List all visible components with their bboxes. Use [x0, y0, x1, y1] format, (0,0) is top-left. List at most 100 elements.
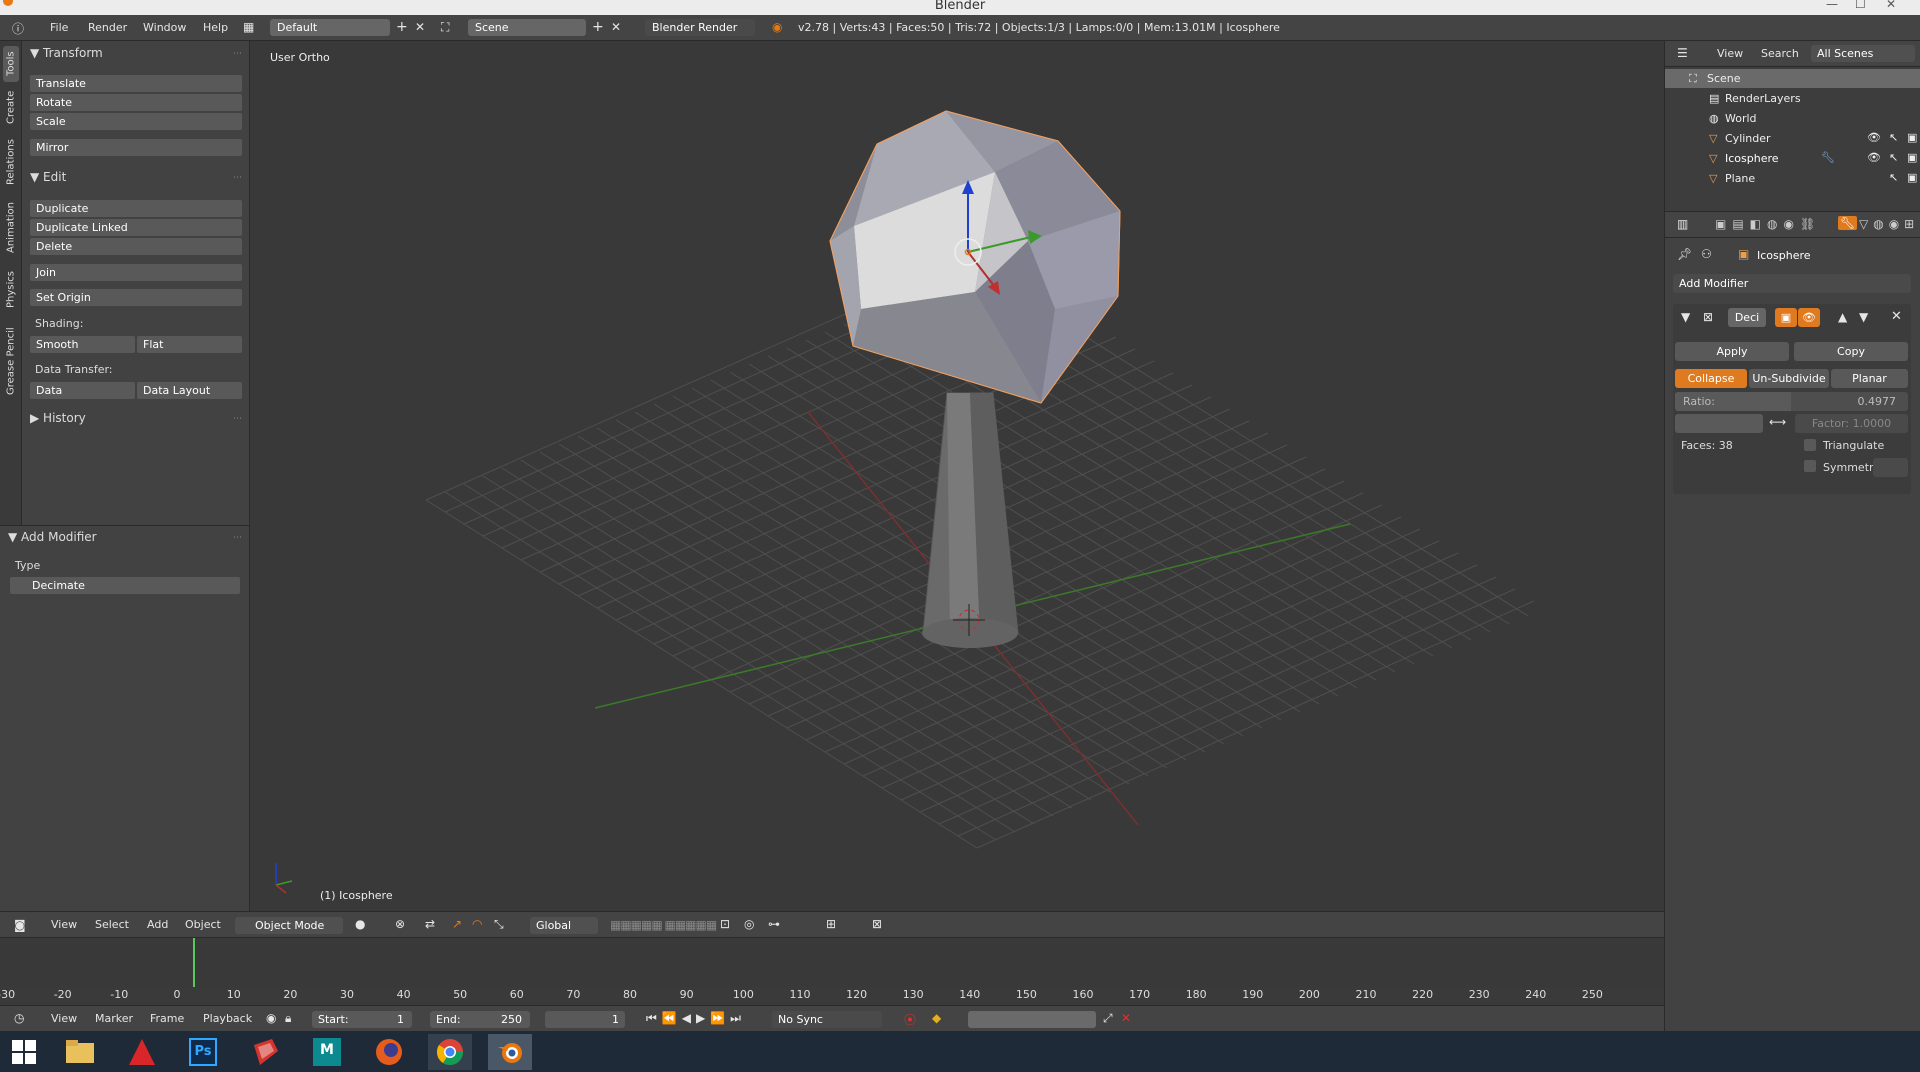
translate-button[interactable]: Translate	[30, 75, 242, 92]
scale-button[interactable]: Scale	[30, 113, 242, 130]
delete-screen-icon[interactable]: ✕	[415, 20, 425, 34]
file-explorer-icon[interactable]	[58, 1034, 102, 1070]
menu-file[interactable]: File	[50, 21, 68, 34]
scene-field[interactable]: Scene	[468, 19, 586, 36]
outliner-row-icosphere[interactable]: ▽ Icosphere 🔧︎ 👁︎ ↖ ▣	[1665, 149, 1920, 168]
tab-tools[interactable]: Tools	[3, 46, 19, 82]
tab-relations[interactable]: Relations	[3, 135, 19, 189]
menu-view[interactable]: View	[51, 1012, 77, 1025]
orientation-select[interactable]: Global	[530, 917, 598, 934]
menu-frame[interactable]: Frame	[150, 1012, 184, 1025]
translate-manipulator-icon[interactable]: ↗	[452, 917, 462, 931]
add-scene-icon[interactable]: +	[592, 19, 604, 35]
menu-help[interactable]: Help	[203, 21, 228, 34]
keyframe-icon[interactable]: ◆	[932, 1011, 941, 1025]
firefox-icon[interactable]	[367, 1034, 411, 1070]
drag-handle-icon[interactable]: ⋯	[233, 173, 242, 183]
renderability-camera-icon[interactable]: ▣	[1907, 171, 1917, 184]
menu-add[interactable]: Add	[147, 918, 168, 931]
rotate-manipulator-icon[interactable]: ◠	[472, 917, 482, 931]
vertex-group-field[interactable]	[1675, 414, 1763, 433]
menu-object[interactable]: Object	[185, 918, 221, 931]
pivot-point-icon[interactable]: ⊗	[395, 917, 405, 931]
manipulator-toggle-icon[interactable]: ⇄	[425, 917, 435, 931]
screen-layout-field[interactable]: Default	[270, 19, 390, 36]
outliner-filter-select[interactable]: All Scenes	[1811, 45, 1915, 62]
visibility-eye-icon[interactable]: 👁︎	[1867, 151, 1881, 164]
scale-manipulator-icon[interactable]: ⤡	[494, 917, 504, 932]
tab-physics[interactable]: Physics	[3, 267, 19, 313]
renderability-camera-icon[interactable]: ▣	[1907, 151, 1917, 164]
add-screen-icon[interactable]: +	[396, 19, 408, 35]
pin-icon[interactable]: 📌︎	[1677, 247, 1692, 261]
history-panel-header[interactable]: ▶ History	[30, 411, 86, 425]
acrobat-icon[interactable]	[120, 1034, 164, 1070]
drag-handle-icon[interactable]: ⋯	[233, 533, 242, 543]
selectability-cursor-icon[interactable]: ↖	[1889, 131, 1898, 144]
rotate-button[interactable]: Rotate	[30, 94, 242, 111]
data-button[interactable]: Data	[30, 382, 135, 399]
frame-ruler[interactable]: -30 -20 -10 0 10 20 30 40 50 60 70 80 90 100 110 120 130…	[0, 987, 1664, 1002]
edit-panel-header[interactable]: ▼ Edit	[30, 170, 66, 184]
snap-icon[interactable]: ⊶	[768, 917, 780, 931]
tab-animation[interactable]: Animation	[3, 196, 19, 260]
render-engine-select[interactable]: Blender Render	[645, 19, 755, 36]
drag-handle-icon[interactable]: ⋯	[233, 49, 242, 59]
modifier-name-field[interactable]: Deci	[1728, 308, 1766, 327]
layer-lock-icon[interactable]: ⊡	[720, 917, 730, 931]
outliner-row-plane[interactable]: ▽ Plane ↖ ▣	[1665, 169, 1920, 188]
mirror-button[interactable]: Mirror	[30, 139, 242, 156]
renderability-camera-icon[interactable]: ▣	[1907, 131, 1917, 144]
scene-icon[interactable]: ⛶	[441, 20, 449, 35]
chrome-icon[interactable]	[428, 1034, 472, 1070]
menu-render[interactable]: Render	[88, 21, 127, 34]
end-frame-field[interactable]: End: 250	[430, 1011, 530, 1028]
menu-select[interactable]: Select	[95, 918, 129, 931]
outliner-menu-search[interactable]: Search	[1761, 47, 1799, 60]
selectability-cursor-icon[interactable]: ↖	[1889, 171, 1898, 184]
copy-button[interactable]: Copy	[1794, 342, 1908, 361]
duplicate-linked-button[interactable]: Duplicate Linked	[30, 219, 242, 236]
insert-keyframe-icon[interactable]: ⤢	[1103, 1011, 1113, 1026]
tab-grease-pencil[interactable]: Grease Pencil	[3, 321, 19, 401]
sketchup-icon[interactable]	[243, 1034, 287, 1070]
context-tabs-icon[interactable]: ▣▤◧◍◉⛓	[1715, 217, 1821, 231]
playback-controls-icon[interactable]: ⏮⏪◀▶⏩⏭	[646, 1011, 746, 1026]
viewport-toggle-eye-icon[interactable]: 👁︎	[1798, 308, 1820, 327]
data-layout-button[interactable]: Data Layout	[137, 382, 242, 399]
add-modifier-select[interactable]: Add Modifier	[1673, 274, 1911, 293]
proportional-edit-icon[interactable]: ◎	[744, 917, 754, 931]
apply-button[interactable]: Apply	[1675, 342, 1789, 361]
viewport-shading-icon[interactable]: ●	[355, 917, 365, 931]
flat-button[interactable]: Flat	[137, 336, 242, 353]
close-icon[interactable]: ✕	[1886, 0, 1896, 11]
timeline-area[interactable]: -30 -20 -10 0 10 20 30 40 50 60 70 80 90 100 110 120 130…	[0, 937, 1664, 1002]
maximize-icon[interactable]: ☐	[1855, 0, 1866, 11]
screen-layout-icon[interactable]: ▦	[243, 20, 254, 34]
blender-taskbar-icon[interactable]	[488, 1034, 532, 1070]
menu-window[interactable]: Window	[143, 21, 186, 34]
editor-type-icon[interactable]: ◷	[14, 1011, 24, 1025]
start-frame-field[interactable]: Start: 1	[312, 1011, 412, 1028]
context-tabs-more-icon[interactable]: ▽◍◉⊞	[1859, 217, 1919, 231]
move-up-icon[interactable]: ▲	[1838, 310, 1847, 324]
transform-panel-header[interactable]: ▼ Transform	[30, 46, 103, 60]
keying-icon[interactable]: ◉	[266, 1011, 276, 1025]
properties-editor-icon[interactable]: ▥	[1677, 217, 1688, 231]
planar-mode-tab[interactable]: Planar	[1831, 369, 1908, 388]
windows-start-icon[interactable]	[2, 1034, 46, 1070]
outliner-row-scene[interactable]: ⛶ Scene	[1665, 69, 1920, 88]
drag-handle-icon[interactable]: ⋯	[233, 414, 242, 424]
maya-icon[interactable]: M	[305, 1034, 349, 1070]
symmetry-axis-select[interactable]	[1873, 458, 1908, 477]
unsubdivide-mode-tab[interactable]: Un-Subdivide	[1749, 369, 1829, 388]
delete-keyframe-icon[interactable]: ✕	[1121, 1011, 1131, 1025]
duplicate-button[interactable]: Duplicate	[30, 200, 242, 217]
modifier-type-select[interactable]: Decimate	[10, 577, 240, 594]
keying-set-field[interactable]	[968, 1011, 1096, 1028]
photoshop-icon[interactable]: Ps	[181, 1034, 225, 1070]
menu-playback[interactable]: Playback	[203, 1012, 252, 1025]
remove-modifier-icon[interactable]: ✕	[1891, 309, 1902, 324]
tab-create[interactable]: Create	[3, 87, 19, 127]
delete-scene-icon[interactable]: ✕	[611, 20, 621, 34]
